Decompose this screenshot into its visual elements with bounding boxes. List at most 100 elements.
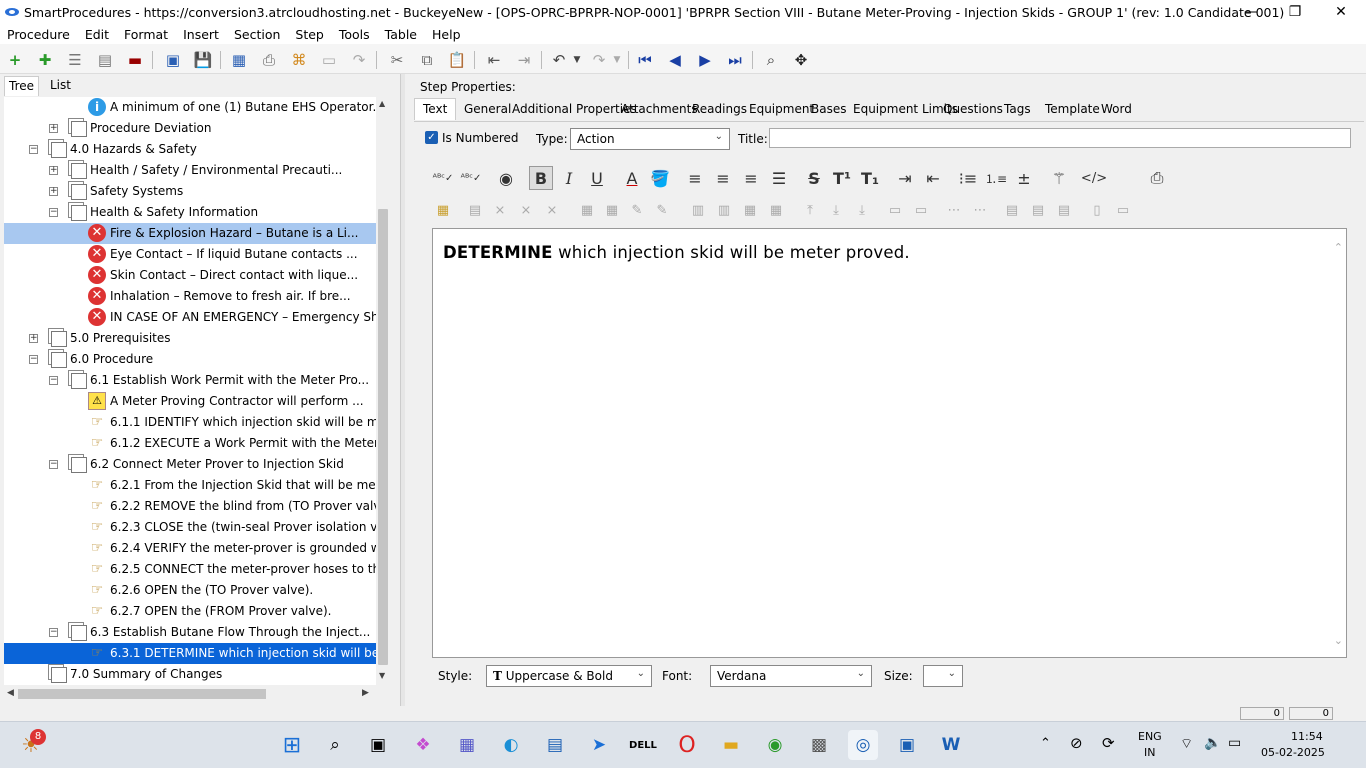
italic-button[interactable]: I [557,166,581,190]
file-explorer-icon[interactable]: ▬ [716,730,746,760]
word-icon[interactable]: W [936,730,966,760]
type-select[interactable]: Action ⌄ [570,128,730,150]
publish-icon[interactable]: ▦ [228,49,250,71]
spellcheck-icon[interactable]: ᴬᴮᶜ✓ [431,166,455,190]
tab-additional-properties[interactable]: Additional Properties [512,102,637,116]
indent-icon[interactable]: ⇤ [483,49,505,71]
menu-procedure[interactable]: Procedure [7,27,70,42]
row-insert-icon[interactable]: ▦ [575,198,599,222]
app-icon[interactable]: ▩ [804,730,834,760]
underline-button[interactable]: U [585,166,609,190]
table-properties-icon[interactable]: ▤ [463,198,487,222]
volume-icon[interactable]: 🔈 [1204,735,1221,751]
tab-tags[interactable]: Tags [1004,102,1031,116]
insert-horizontal-line-icon[interactable]: ± [1012,166,1036,190]
tree-node[interactable]: ☞ 6.1.1 IDENTIFY which injection skid wil… [4,412,376,433]
tree-hscroll-thumb[interactable] [18,689,266,699]
remote-desktop-icon[interactable]: ▣ [892,730,922,760]
cell-edit-icon[interactable]: ✎ [625,198,649,222]
increase-indent-icon[interactable]: ⇥ [893,166,917,190]
collapse-icon[interactable]: − [49,208,58,217]
tree-node[interactable]: ⚠ A Meter Proving Contractor will perform… [4,391,376,412]
subscript-button[interactable]: T₁ [858,166,882,190]
search-icon[interactable]: ⌕ [320,730,350,760]
collapse-icon[interactable]: − [49,460,58,469]
scroll-left-icon[interactable]: ◀ [7,688,14,698]
sync-icon[interactable]: ⟳ [1102,734,1115,752]
start-icon[interactable]: ⊞ [277,730,307,760]
link-icon[interactable]: ⌘ [288,49,310,71]
close-button[interactable]: ✕ [1318,0,1364,24]
tree-node[interactable]: 7.0 Summary of Changes [4,664,376,685]
expand-icon[interactable]: + [29,334,38,343]
split-cells-icon[interactable]: ▦ [764,198,788,222]
menu-table[interactable]: Table [385,27,417,42]
highlight-icon[interactable]: 🪣 [648,166,672,190]
print-icon[interactable]: ⎙ [258,49,280,71]
row-height-icon[interactable]: ▭ [1111,198,1135,222]
font-color-icon[interactable]: A [620,166,644,190]
align-right-icon[interactable]: ≡ [739,166,763,190]
tree-node[interactable]: ✕ Skin Contact – Direct contact with liqu… [4,265,376,286]
last-step-icon[interactable]: ⏭ [724,49,746,71]
editor-scroll-down-icon[interactable]: ⌄ [1334,634,1343,647]
tree-node[interactable]: +5.0 Prerequisites [4,328,376,349]
collapse-icon[interactable]: − [29,145,38,154]
html-source-icon[interactable]: </> [1081,166,1107,190]
align-left-icon[interactable]: ≡ [683,166,707,190]
find-icon[interactable]: ⌕ [760,49,782,71]
edge-icon[interactable]: ◐ [496,730,526,760]
copy-icon[interactable]: ⧉ [416,49,438,71]
size-select[interactable]: ⌄ [923,665,963,687]
superscript-button[interactable]: T¹ [830,166,854,190]
undo-dropdown-icon[interactable]: ▼ [566,49,588,71]
step-text-editor[interactable]: DETERMINE which injection skid will be m… [432,228,1347,658]
tree-node[interactable]: ✕ Fire & Explosion Hazard – Butane is a L… [4,223,376,244]
tab-readings[interactable]: Readings [692,102,747,116]
tree-node[interactable]: − 6.1 Establish Work Permit with the Mete… [4,370,376,391]
table-delete-icon[interactable]: ⨯ [488,198,512,222]
copilot-icon[interactable]: ❖ [408,730,438,760]
bold-button[interactable]: B [529,166,553,190]
paste-icon[interactable]: 📋 [446,49,468,71]
first-step-icon[interactable]: ⏮ [634,49,656,71]
minimize-button[interactable]: — [1228,0,1274,24]
collapse-icon[interactable]: − [49,376,58,385]
redo-dropdown-icon[interactable]: ▼ [606,49,628,71]
panel-splitter[interactable] [400,74,405,706]
add-icon[interactable]: + [4,49,26,71]
tree-node[interactable]: ☞ 6.2.3 CLOSE the (twin-seal Prover isola… [4,517,376,538]
tree-node[interactable]: − 6.3 Establish Butane Flow Through the I… [4,622,376,643]
tree-node[interactable]: ☞ 6.2.7 OPEN the (FROM Prover valve). [4,601,376,622]
editor-scroll-up-icon[interactable]: ⌃ [1334,241,1343,254]
tree-node[interactable]: i A minimum of one (1) Butane EHS Operato… [4,97,376,118]
merge-cells-icon[interactable]: ▦ [738,198,762,222]
chrome-icon[interactable]: ◉ [760,730,790,760]
menu-step[interactable]: Step [295,27,323,42]
tab-list[interactable]: List [50,78,71,92]
column-delete-icon[interactable]: ▥ [712,198,736,222]
tree-node[interactable]: − Health & Safety Information [4,202,376,223]
magic-wand-icon[interactable]: ⚚ [1047,166,1071,190]
tab-bases[interactable]: Bases [811,102,846,116]
battery-icon[interactable]: ▭ [1228,735,1241,751]
wifi-icon[interactable]: ⌔ [1180,735,1193,753]
tab-equipment[interactable]: Equipment [749,102,814,116]
column-width-icon[interactable]: ▯ [1085,198,1109,222]
procedure-tree[interactable]: i A minimum of one (1) Butane EHS Operato… [4,97,376,685]
tree-node[interactable]: ☞ 6.2.1 From the Injection Skid that will… [4,475,376,496]
row-delete-icon[interactable]: ▦ [600,198,624,222]
clock-date[interactable]: 05-02-2025 [1261,746,1325,759]
title-input[interactable] [769,128,1351,148]
collapse-icon[interactable]: − [29,355,38,364]
tab-template[interactable]: Template [1045,102,1100,116]
cell-spacing-icon[interactable]: ⋯ [968,198,992,222]
tree-node[interactable]: + Procedure Deviation [4,118,376,139]
opera-icon[interactable]: O [672,730,702,760]
tree-node[interactable]: ✕ Eye Contact – If liquid Butane contacts… [4,244,376,265]
tree-node[interactable]: ☞ 6.2.2 REMOVE the blind from (TO Prover … [4,496,376,517]
tree-vscroll-thumb[interactable] [378,209,388,665]
next-step-icon[interactable]: ▶ [694,49,716,71]
cell-merge-icon[interactable]: ⨯ [514,198,538,222]
menu-format[interactable]: Format [124,27,168,42]
